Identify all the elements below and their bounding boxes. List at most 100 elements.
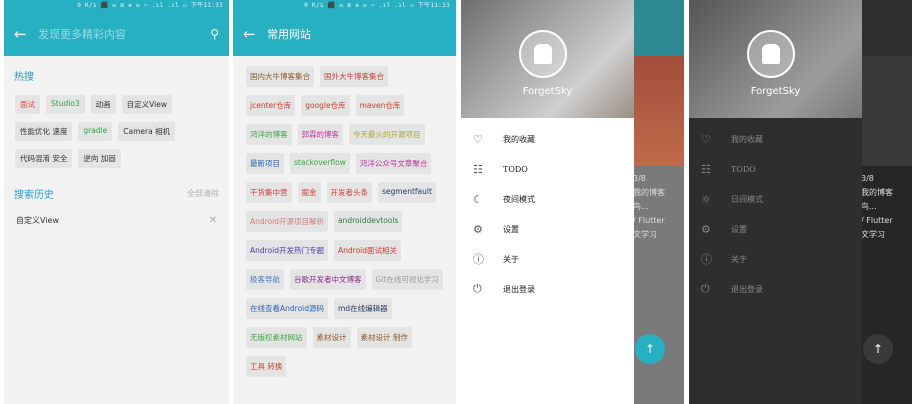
bg-page-indicator: 3/8 xyxy=(861,174,874,183)
bg-text: 文学习 xyxy=(861,230,885,239)
tag-chip[interactable]: 谷歌开发者中文博客 xyxy=(290,269,366,290)
tag-chip[interactable]: Camera 相机 xyxy=(118,122,176,141)
clear-all-button[interactable]: 全部清除 xyxy=(187,188,219,199)
drawer-screen-dark: 3/8 我的博客 鸟... / Flutter 文学习 ↑ ForgetSky … xyxy=(689,0,912,404)
info-icon: ⓘ xyxy=(473,253,484,266)
search-icon[interactable]: ⚲ xyxy=(210,27,219,41)
tag-chip[interactable]: 郭霖的博客 xyxy=(297,124,343,145)
tag-chip[interactable]: 在线查看Android源码 xyxy=(246,298,328,319)
drawer-item-label: 退出登录 xyxy=(503,284,535,294)
tag-chip[interactable]: 自定义View xyxy=(121,95,172,114)
drawer-header: ForgetSky xyxy=(689,0,862,118)
bg-text: 我的博客 xyxy=(861,188,893,197)
drawer-item[interactable]: ☷ TODO xyxy=(689,154,862,184)
username: ForgetSky xyxy=(750,86,801,97)
background-content: 3/8 我的博客 鸟... / Flutter 文学习 ↑ xyxy=(629,0,684,404)
tag-chip[interactable]: 国外大牛博客集合 xyxy=(320,66,388,87)
tag-chip[interactable]: 掘金 xyxy=(297,182,321,203)
scroll-top-fab[interactable]: ↑ xyxy=(863,334,893,364)
tag-chip[interactable]: Studio3 xyxy=(46,95,85,114)
drawer-item[interactable]: ♡ 我的收藏 xyxy=(689,124,862,154)
drawer-item[interactable]: ♡ 我的收藏 xyxy=(461,124,634,154)
drawer-item[interactable]: ⚙ 设置 xyxy=(461,214,634,244)
power-icon: ⏻ xyxy=(701,282,710,295)
search-toolbar: ← 发现更多精彩内容 ⚲ xyxy=(4,12,229,56)
scroll-top-fab[interactable]: ↑ xyxy=(635,334,665,364)
heart-icon: ♡ xyxy=(473,132,483,146)
drawer-item[interactable]: ⓘ 关于 xyxy=(689,244,862,274)
history-item[interactable]: 自定义View ✕ xyxy=(4,207,229,234)
heart-icon: ♡ xyxy=(701,132,711,146)
search-screen: 0 K/s ⬛ ✉ ⧈ ❖ ✉ ⋯ .ıl .ıl ▭ 下午11:33 ← 发现… xyxy=(4,0,229,404)
android-icon xyxy=(534,44,552,64)
bg-page-indicator: 3/8 xyxy=(633,174,646,183)
drawer-item-label: TODO xyxy=(731,164,756,174)
background-content: 3/8 我的博客 鸟... / Flutter 文学习 ↑ xyxy=(857,0,912,404)
drawer-item-label: 我的收藏 xyxy=(503,134,535,144)
tag-chip[interactable]: 素材设计 xyxy=(312,327,351,348)
drawer-item[interactable]: ☾ 夜间模式 xyxy=(461,184,634,214)
android-icon xyxy=(762,44,780,64)
drawer-item[interactable]: ☼ 日间模式 xyxy=(689,184,862,214)
search-input[interactable]: 发现更多精彩内容 xyxy=(38,26,210,42)
tag-chip[interactable]: stackoverflow xyxy=(290,153,350,174)
drawer-item[interactable]: ⏻ 退出登录 xyxy=(689,274,862,304)
screenshot-collage: 0 K/s ⬛ ✉ ⧈ ❖ ✉ ⋯ .ıl .ıl ▭ 下午11:33 ← 发现… xyxy=(0,0,915,404)
username: ForgetSky xyxy=(522,86,573,97)
tag-chip[interactable]: 代码混淆 安全 xyxy=(15,149,73,168)
tag-chip[interactable]: 素材设计 制作 xyxy=(356,327,412,348)
status-bar: 0 K/s ⬛ ✉ ⧈ ❖ ✉ ⋯ .ıl .ıl ▭ 下午11:33 xyxy=(77,2,223,9)
tag-chip[interactable]: md在线编辑器 xyxy=(334,298,392,319)
back-arrow-icon[interactable]: ← xyxy=(14,25,38,43)
tag-chip[interactable]: androiddevtools xyxy=(334,211,403,232)
gear-icon: ⚙ xyxy=(701,222,711,236)
sun-icon: ☼ xyxy=(701,192,711,206)
drawer-item[interactable]: ⚙ 设置 xyxy=(689,214,862,244)
tag-chip[interactable]: gradle xyxy=(78,122,113,141)
info-icon: ⓘ xyxy=(701,253,712,266)
hot-tag-list: 面试 Studio3 动画 自定义View 性能优化 速度 gradle Camera 相机… xyxy=(4,89,229,174)
tag-chip[interactable]: Android开发热门专题 xyxy=(246,240,328,261)
tag-chip[interactable]: Git在线可视化学习 xyxy=(371,269,443,290)
avatar[interactable] xyxy=(519,30,567,78)
drawer-item-label: TODO xyxy=(503,164,528,174)
drawer-item[interactable]: ⓘ 关于 xyxy=(461,244,634,274)
tag-chip[interactable]: 逆向 加固 xyxy=(78,149,121,168)
tag-chip[interactable]: google仓库 xyxy=(301,95,350,116)
bg-text: 鸟... xyxy=(861,202,877,211)
avatar[interactable] xyxy=(747,30,795,78)
moon-icon: ☾ xyxy=(473,192,483,206)
tag-chip[interactable]: Android面试相关 xyxy=(334,240,401,261)
tag-chip[interactable]: 性能优化 速度 xyxy=(15,122,73,141)
drawer-screen-light: 3/8 我的博客 鸟... / Flutter 文学习 ↑ ForgetSky … xyxy=(461,0,684,404)
tag-chip[interactable]: maven仓库 xyxy=(355,95,405,116)
drawer-item-label: 退出登录 xyxy=(731,284,763,294)
bg-text: / Flutter xyxy=(633,216,665,225)
tag-chip[interactable]: 动画 xyxy=(90,95,116,114)
drawer-menu: ♡ 我的收藏 ☷ TODO ☼ 日间模式 ⚙ 设置 ⓘ 关于 ⏻ 退出登录 xyxy=(689,118,862,304)
tag-chip[interactable]: 鸿洋的博客 xyxy=(246,124,292,145)
tag-chip[interactable]: 今天最火的开源项目 xyxy=(349,124,425,145)
close-icon[interactable]: ✕ xyxy=(209,215,217,226)
hot-search-title: 热搜 xyxy=(14,72,34,83)
tag-chip[interactable]: 无版权素材网站 xyxy=(246,327,307,348)
bg-text: 文学习 xyxy=(633,230,657,239)
tag-chip[interactable]: 最新项目 xyxy=(246,153,284,174)
drawer-item[interactable]: ☷ TODO xyxy=(461,154,634,184)
tag-chip[interactable]: 极客导航 xyxy=(246,269,284,290)
tag-chip[interactable]: 开发者头条 xyxy=(326,182,372,203)
tag-chip[interactable]: segmentfault xyxy=(378,182,436,203)
tag-chip[interactable]: jcenter仓库 xyxy=(246,95,296,116)
tag-chip[interactable]: 工具 转换 xyxy=(246,356,287,377)
hot-search-section: 热搜 xyxy=(4,56,229,89)
tag-chip[interactable]: 干货集中营 xyxy=(246,182,292,203)
history-list: 自定义View ✕ xyxy=(4,207,229,234)
navigation-drawer: ForgetSky ♡ 我的收藏 ☷ TODO ☼ 日间模式 ⚙ 设置 ⓘ 关于 ⏻ 退出登录 xyxy=(689,0,862,404)
tag-chip[interactable]: Android开源项目解析 xyxy=(246,211,328,232)
drawer-item-label: 日间模式 xyxy=(731,194,763,204)
tag-chip[interactable]: 鸿洋公众号文章聚合 xyxy=(355,153,432,174)
back-arrow-icon[interactable]: ← xyxy=(243,25,267,43)
drawer-item[interactable]: ⏻ 退出登录 xyxy=(461,274,634,304)
tag-chip[interactable]: 面试 xyxy=(15,95,40,114)
tag-chip[interactable]: 国内大牛博客集合 xyxy=(246,66,314,87)
